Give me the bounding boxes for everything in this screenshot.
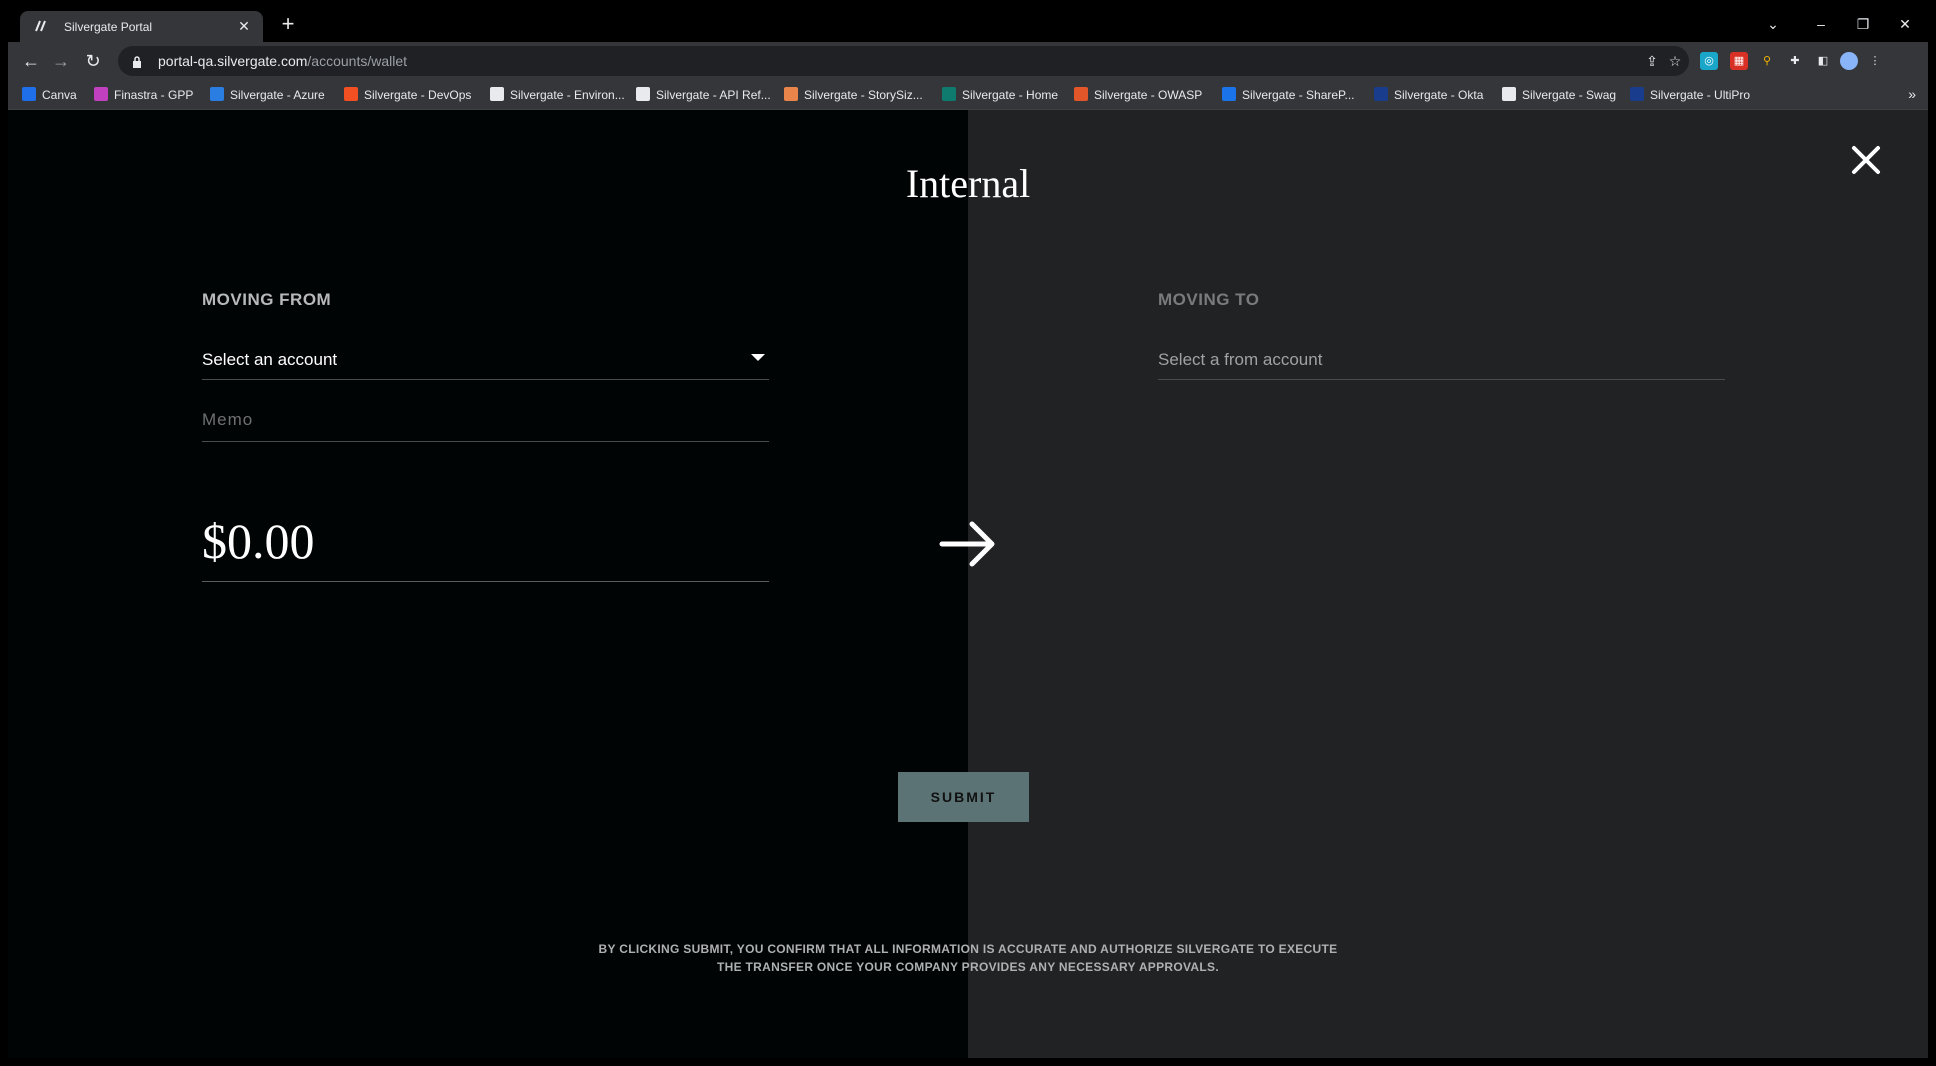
bookmark-favicon-icon (1374, 87, 1388, 101)
new-tab-button[interactable]: + (276, 13, 300, 37)
transfer-modal: Internal MOVING FROM Select an account $… (8, 110, 1928, 1058)
to-account-select-value: Select a from account (1158, 350, 1323, 369)
forward-button[interactable]: → (48, 48, 74, 74)
bookmark-label: Silvergate - Azure (230, 88, 325, 102)
bookmark-label: Silvergate - Okta (1394, 88, 1484, 102)
extensions-puzzle-icon[interactable]: ✚ (1786, 52, 1804, 70)
bookmarks-bar: Canva Finastra - GPP Silvergate - Azure Sil… (8, 80, 1928, 110)
tab-search-icon[interactable]: ⌄ (1758, 12, 1788, 36)
bookmark-item[interactable]: Canva (22, 87, 77, 103)
moving-to-pane (968, 110, 1928, 1058)
bookmark-item[interactable]: Finastra - GPP (94, 87, 193, 103)
bookmark-favicon-icon (942, 87, 956, 101)
url-text: portal-qa.silvergate.com/accounts/wallet (158, 53, 408, 69)
bookmark-favicon-icon (1630, 87, 1644, 101)
tab-strip: Silvergate Portal ✕ + ⌄ – ❐ ✕ (8, 8, 1928, 42)
from-account-select[interactable]: Select an account (202, 336, 769, 380)
bookmark-item[interactable]: Silvergate - StorySiz... (784, 87, 923, 103)
silvergate-favicon-icon (34, 19, 50, 33)
moving-from-label: MOVING FROM (202, 290, 332, 309)
bookmark-favicon-icon (490, 87, 504, 101)
bookmark-favicon-icon (1502, 87, 1516, 101)
bookmark-item[interactable]: Silvergate - Azure (210, 87, 325, 103)
reload-button[interactable]: ↻ (80, 48, 106, 74)
disclaimer-line-2: THE TRANSFER ONCE YOUR COMPANY PROVIDES … (717, 960, 1219, 974)
close-tab-icon[interactable]: ✕ (235, 17, 253, 35)
share-icon[interactable]: ⇪ (1643, 52, 1661, 70)
bookmark-item[interactable]: Silvergate - UltiPro (1630, 87, 1750, 103)
bookmark-label: Silvergate - Environ... (510, 88, 625, 102)
bookmark-item[interactable]: Silvergate - Swag (1502, 87, 1616, 103)
submit-button[interactable]: SUBMIT (898, 772, 1029, 822)
close-icon[interactable] (1846, 140, 1886, 180)
bookmark-favicon-icon (1222, 87, 1236, 101)
bookmark-item[interactable]: Silvergate - Okta (1374, 87, 1483, 103)
bookmark-item[interactable]: Silvergate - ShareP... (1222, 87, 1355, 103)
bookmark-label: Finastra - GPP (114, 88, 194, 102)
tab-silvergate-portal[interactable]: Silvergate Portal ✕ (20, 11, 263, 42)
memo-input[interactable] (202, 410, 762, 430)
bookmark-star-icon[interactable]: ☆ (1666, 52, 1684, 70)
browser-toolbar: ← → ↻ portal-qa.silvergate.com/accounts/… (8, 42, 1928, 80)
bookmark-label: Silvergate - DevOps (364, 88, 472, 102)
bookmark-favicon-icon (1074, 87, 1088, 101)
bookmark-favicon-icon (210, 87, 224, 101)
bookmark-label: Silvergate - StorySiz... (804, 88, 923, 102)
tab-title: Silvergate Portal (64, 20, 153, 34)
browser-window: Silvergate Portal ✕ + ⌄ – ❐ ✕ ← → ↻ port… (8, 8, 1928, 110)
bookmarks-overflow-icon[interactable]: » (1908, 86, 1916, 102)
memo-field[interactable] (202, 398, 769, 442)
moving-from-pane (8, 110, 968, 1058)
menu-kebab-icon[interactable]: ⋮ (1866, 52, 1884, 70)
profile-avatar[interactable] (1840, 52, 1858, 70)
disclaimer-text: BY CLICKING SUBMIT, YOU CONFIRM THAT ALL… (568, 940, 1368, 976)
moving-to-label: MOVING TO (1158, 290, 1260, 309)
bookmark-item[interactable]: Silvergate - OWASP (1074, 87, 1202, 103)
arrow-right-icon (936, 512, 1000, 576)
bookmark-label: Silvergate - UltiPro (1650, 88, 1751, 102)
bookmark-favicon-icon (22, 87, 36, 101)
bookmark-item[interactable]: Silvergate - Home (942, 87, 1058, 103)
bookmark-label: Canva (42, 88, 77, 102)
back-button[interactable]: ← (18, 48, 44, 74)
bookmark-item[interactable]: Silvergate - DevOps (344, 87, 471, 103)
extension-red-icon[interactable]: ▦ (1730, 52, 1748, 70)
amount-value: $0.00 (202, 513, 315, 569)
side-panel-icon[interactable]: ◧ (1814, 52, 1832, 70)
restore-button[interactable]: ❐ (1848, 12, 1878, 36)
disclaimer-line-1: BY CLICKING SUBMIT, YOU CONFIRM THAT ALL… (598, 942, 1338, 956)
chevron-down-icon (751, 354, 765, 361)
extension-teal-icon[interactable]: ◎ (1700, 52, 1718, 70)
window-close-button[interactable]: ✕ (1890, 12, 1920, 36)
bookmark-label: Silvergate - Swag (1522, 88, 1617, 102)
address-bar[interactable]: portal-qa.silvergate.com/accounts/wallet… (118, 46, 1689, 76)
from-account-select-value: Select an account (202, 350, 338, 369)
bookmark-label: Silvergate - ShareP... (1242, 88, 1355, 102)
bookmark-favicon-icon (94, 87, 108, 101)
amount-field[interactable]: $0.00 (202, 500, 769, 582)
bookmark-label: Silvergate - API Ref... (656, 88, 771, 102)
extension-search-icon[interactable]: ⚲ (1758, 52, 1776, 70)
to-account-select[interactable]: Select a from account (1158, 336, 1725, 380)
bookmark-favicon-icon (784, 87, 798, 101)
bookmark-item[interactable]: Silvergate - API Ref... (636, 87, 771, 103)
bookmark-favicon-icon (636, 87, 650, 101)
lock-icon (132, 55, 142, 68)
bookmark-label: Silvergate - OWASP (1094, 88, 1203, 102)
bookmark-item[interactable]: Silvergate - Environ... (490, 87, 625, 103)
page-title: Internal (905, 161, 1031, 206)
minimize-button[interactable]: – (1806, 12, 1836, 36)
bookmark-favicon-icon (344, 87, 358, 101)
bookmark-label: Silvergate - Home (962, 88, 1059, 102)
